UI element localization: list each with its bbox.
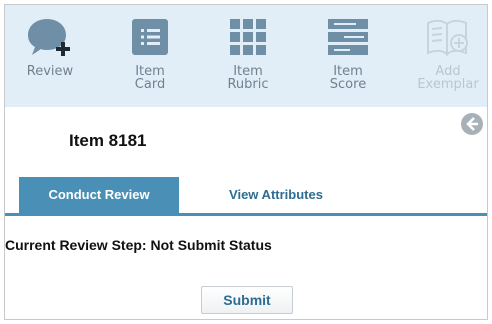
item-card-button[interactable]: Item Card	[105, 5, 195, 107]
item-card-icon	[130, 17, 170, 62]
back-button[interactable]	[461, 113, 483, 135]
item-score-icon	[326, 17, 370, 62]
page-title: Item 8181	[69, 131, 147, 150]
review-panel: Review Item Card Item Rubric Item Score …	[4, 4, 488, 320]
tab-view-attributes[interactable]: View Attributes	[201, 177, 351, 213]
item-score-button[interactable]: Item Score	[303, 5, 393, 107]
add-exemplar-book-icon	[425, 17, 471, 62]
review-label: Review	[26, 64, 74, 79]
back-arrow-circle-icon	[466, 117, 478, 131]
tab-bar: Conduct Review View Attributes	[5, 177, 487, 216]
tab-conduct-review[interactable]: Conduct Review	[19, 177, 179, 213]
item-rubric-button[interactable]: Item Rubric	[203, 5, 293, 107]
item-score-label: Item Score	[329, 64, 367, 92]
submit-button[interactable]: Submit	[201, 286, 293, 314]
review-step-status: Current Review Step: Not Submit Status	[5, 237, 272, 253]
review-button[interactable]: Review	[5, 5, 95, 107]
add-exemplar-button[interactable]: Add Exemplar	[403, 5, 487, 107]
add-exemplar-label: Add Exemplar	[417, 64, 479, 92]
toolbar: Review Item Card Item Rubric Item Score …	[5, 5, 487, 108]
item-rubric-label: Item Rubric	[227, 64, 269, 92]
item-card-label: Item Card	[134, 64, 166, 92]
review-comment-plus-icon	[27, 17, 73, 66]
item-rubric-grid-icon	[228, 17, 268, 62]
